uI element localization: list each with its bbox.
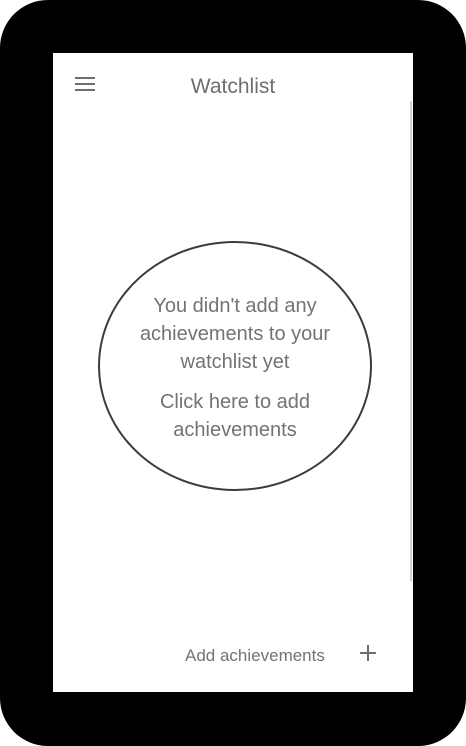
add-achievements-button[interactable]: Add achievements (173, 637, 393, 669)
device-frame: Watchlist You didn't add any achievement… (0, 0, 466, 746)
add-achievements-circle-button[interactable]: You didn't add any achievements to your … (98, 241, 372, 491)
add-achievements-prompt: Click here to add achievements (159, 391, 311, 441)
scrollbar[interactable] (410, 101, 412, 581)
app-screen: Watchlist You didn't add any achievement… (53, 53, 413, 692)
plus-icon (360, 645, 376, 661)
page-title: Watchlist (190, 75, 276, 98)
empty-watchlist-message: You didn't add any achievements to your … (139, 295, 331, 373)
add-achievements-label: Add achievements (185, 646, 325, 665)
